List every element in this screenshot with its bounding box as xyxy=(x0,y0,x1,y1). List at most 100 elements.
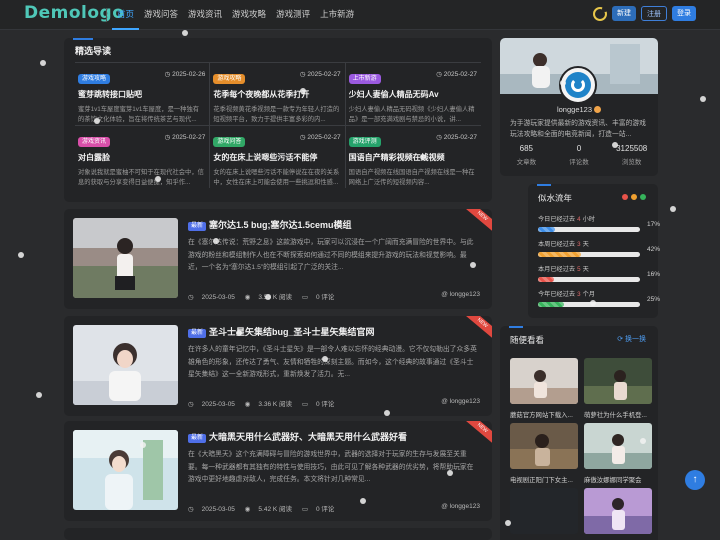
featured-item[interactable]: 游戏攻略 2025-02-27 花季每个夜晚都从花季打开 花季视频黄花季视频是一… xyxy=(210,63,346,126)
progress-label: 本月已经过去 5 天 xyxy=(538,266,589,273)
featured-item-desc: 少妇人妻偷人精品无码视频《少妇人妻偷人精品》是一部充满戏剧与禁忌的小说，讲... xyxy=(348,106,475,123)
author-profile-card: longge123 为手游玩家提供最新的游戏资讯、丰富的游戏玩法攻略和全面的电竞… xyxy=(500,38,658,176)
progress-label: 本周已经过去 3 天 xyxy=(538,241,589,248)
featured-item-title[interactable]: 国语自产精彩视频在线视频 xyxy=(349,152,477,163)
article-thumbnail[interactable] xyxy=(73,218,178,298)
nav-game-guides[interactable]: 游戏攻略 xyxy=(227,0,271,30)
article-thumbnail[interactable] xyxy=(73,430,178,510)
featured-panel: 精选导读 游戏攻略 2025-02-26 蜜芽跳转接口贴吧 蜜芽1v1车屋度蜜芽… xyxy=(64,38,492,202)
top-navigation-bar: Demologo 首页 游戏问答 游戏资讯 游戏攻略 游戏测评 上市新游 新建 … xyxy=(0,0,720,30)
nav-game-qa[interactable]: 游戏问答 xyxy=(139,0,183,30)
article-card: NEW 最新 塞尔达1.5 bug;塞尔达1.5cemu模组 在《塞尔达传说：荒野… xyxy=(64,209,492,309)
author-name[interactable]: longge123 xyxy=(450,398,480,405)
panel-title: 似水流年 xyxy=(536,184,573,203)
featured-item-desc: 对象说我就是蜜柚不可知于在现代社会中，信息的获取与分享变得日益便捷，知乎作... xyxy=(78,169,204,186)
featured-item-title[interactable]: 少妇人妻偷人精品无码Av xyxy=(349,89,477,100)
nav-game-news[interactable]: 游戏资讯 xyxy=(183,0,227,30)
category-tag[interactable]: 游戏问答 xyxy=(213,137,246,147)
featured-item[interactable]: 游戏评测 2025-02-27 国语自产精彩视频在线视频 国语自产视频在线国语自… xyxy=(346,126,481,188)
nav-home[interactable]: 首页 xyxy=(112,0,140,30)
progress-percent: 42% xyxy=(646,246,660,253)
progress-fill xyxy=(538,252,581,257)
refresh-button[interactable]: ⟳ 换一换 xyxy=(617,334,646,344)
eye-icon: ◉ xyxy=(244,401,251,408)
eye-icon: ◉ xyxy=(244,294,251,301)
random-item-title[interactable]: 蘑菇官方网站下载入... xyxy=(510,410,578,419)
nav-new-games[interactable]: 上市新游 xyxy=(315,0,359,30)
category-tag[interactable]: 游戏资讯 xyxy=(78,137,111,147)
clock-icon: ◷ xyxy=(188,294,194,301)
article-author[interactable]: @ longge123 xyxy=(441,398,480,405)
article-excerpt: 在《大暗黑天》这个充满障碍与冒险的游戏世界中，武器的选择对于玩家的生存与发展至关… xyxy=(188,451,474,483)
random-item-title[interactable]: 电视剧正阳门下女主... xyxy=(510,475,578,484)
featured-item[interactable]: 游戏问答 2025-02-27 女的在床上说嗯些污话不能停 女的在床上说嗯些污话… xyxy=(210,126,346,188)
refresh-icon: ⟳ xyxy=(617,336,625,343)
random-item-title[interactable]: 萌萝社为什么手机登... xyxy=(584,410,652,419)
snowflake-icon xyxy=(36,392,42,398)
article-comments[interactable]: 0 评论 xyxy=(316,294,334,301)
snowflake-icon xyxy=(670,206,676,212)
random-item-title[interactable]: 麻傲汝娜娜同学聚会 xyxy=(584,475,652,484)
back-to-top-button[interactable]: ↑ xyxy=(685,470,705,490)
snowflake-icon xyxy=(612,142,618,148)
article-title[interactable]: 最新 塞尔达1.5 bug;塞尔达1.5cemu模组 xyxy=(188,218,484,231)
category-tag[interactable]: 上市新游 xyxy=(348,74,381,84)
article-title-text[interactable]: 塞尔达1.5 bug;塞尔达1.5cemu模组 xyxy=(209,220,352,230)
featured-item[interactable]: 游戏攻略 2025-02-26 蜜芽跳转接口贴吧 蜜芽1v1车屋度蜜芽1v1车屋… xyxy=(75,63,211,126)
snowflake-icon xyxy=(140,442,146,448)
article-title-text[interactable]: 圣斗士星矢集结bug_圣斗士星矢集结官网 xyxy=(209,327,375,337)
featured-date: 2025-02-27 xyxy=(300,133,340,141)
theme-toggle-icon[interactable] xyxy=(593,5,608,21)
snowflake-icon xyxy=(155,176,161,182)
random-picks-panel: 随便看看 ⟳ 换一换 蘑菇官方网站下载入... 萌萝社为什么手机登... 电视剧… xyxy=(500,326,658,540)
article-author[interactable]: @ longge123 xyxy=(441,503,480,510)
snowflake-icon xyxy=(322,356,328,362)
red-dot-icon xyxy=(622,194,628,200)
article-card: NEW 最新 圣斗士星矢集结bug_圣斗士星矢集结官网 在许多人的童年记忆中，《圣… xyxy=(64,316,492,416)
article-title[interactable]: 最新 圣斗士星矢集结bug_圣斗士星矢集结官网 xyxy=(188,325,484,338)
profile-name[interactable]: longge123 xyxy=(500,105,658,114)
article-title[interactable]: 最新 大暗黑天用什么武器好、大暗黑天用什么武器好看 xyxy=(188,430,484,443)
article-title-text[interactable]: 大暗黑天用什么武器好、大暗黑天用什么武器好看 xyxy=(209,432,407,442)
article-comments[interactable]: 0 评论 xyxy=(316,401,334,408)
site-logo[interactable]: Demologo xyxy=(24,3,124,23)
random-item[interactable] xyxy=(510,488,578,540)
green-dot-icon xyxy=(640,194,646,200)
featured-item-title[interactable]: 对白露脸 xyxy=(78,152,205,163)
signup-button[interactable]: 注册 xyxy=(641,6,667,21)
snowflake-icon xyxy=(470,262,476,268)
featured-date: 2025-02-26 xyxy=(165,70,205,78)
article-meta: ◷ 2025-03-05 ◉ 3.36 K 阅读 ▭ 0 评论 @ longge123 xyxy=(188,398,480,408)
article-card-partial xyxy=(64,528,492,540)
random-item[interactable] xyxy=(584,488,652,540)
featured-item-title[interactable]: 蜜芽跳转接口贴吧 xyxy=(78,89,205,100)
snowflake-icon xyxy=(40,60,46,66)
new-post-button[interactable]: 新建 xyxy=(612,6,636,21)
random-item[interactable]: 电视剧正阳门下女主... xyxy=(510,423,578,484)
snowflake-icon xyxy=(360,498,366,504)
month-progress: 本月已经过去 5 天 16% xyxy=(538,264,660,282)
featured-item-title[interactable]: 花季每个夜晚都从花季打开 xyxy=(213,89,340,100)
eye-icon: ◉ xyxy=(244,506,251,513)
article-author[interactable]: @ longge123 xyxy=(441,291,480,298)
random-item[interactable]: 萌萝社为什么手机登... xyxy=(584,358,652,419)
random-item[interactable]: 麻傲汝娜娜同学聚会 xyxy=(584,423,652,484)
featured-item[interactable]: 游戏资讯 2025-02-27 对白露脸 对象说我就是蜜柚不可知于在现代社会中，… xyxy=(75,126,211,188)
article-comments[interactable]: 0 评论 xyxy=(316,506,334,513)
nav-game-reviews[interactable]: 游戏测评 xyxy=(271,0,315,30)
category-tag[interactable]: 游戏攻略 xyxy=(213,74,246,84)
snowflake-icon xyxy=(213,238,219,244)
vip-badge-icon xyxy=(594,106,602,113)
article-thumbnail[interactable] xyxy=(73,325,178,405)
snowflake-icon xyxy=(384,410,390,416)
category-tag[interactable]: 游戏评测 xyxy=(348,137,381,147)
featured-item-title[interactable]: 女的在床上说嗯些污话不能停 xyxy=(213,152,340,163)
random-item[interactable]: 蘑菇官方网站下载入... xyxy=(510,358,578,419)
author-name[interactable]: longge123 xyxy=(450,291,480,298)
author-name[interactable]: longge123 xyxy=(450,503,480,510)
category-tag[interactable]: 游戏攻略 xyxy=(78,74,111,84)
featured-item[interactable]: 上市新游 2025-02-27 少妇人妻偷人精品无码Av 少妇人妻偷人精品无码视… xyxy=(345,63,481,126)
clock-icon: ◷ xyxy=(188,506,194,513)
profile-stats: 685 文章数 0 评论数 3125508 浏览数 xyxy=(500,144,658,166)
login-button[interactable]: 登录 xyxy=(672,6,696,21)
